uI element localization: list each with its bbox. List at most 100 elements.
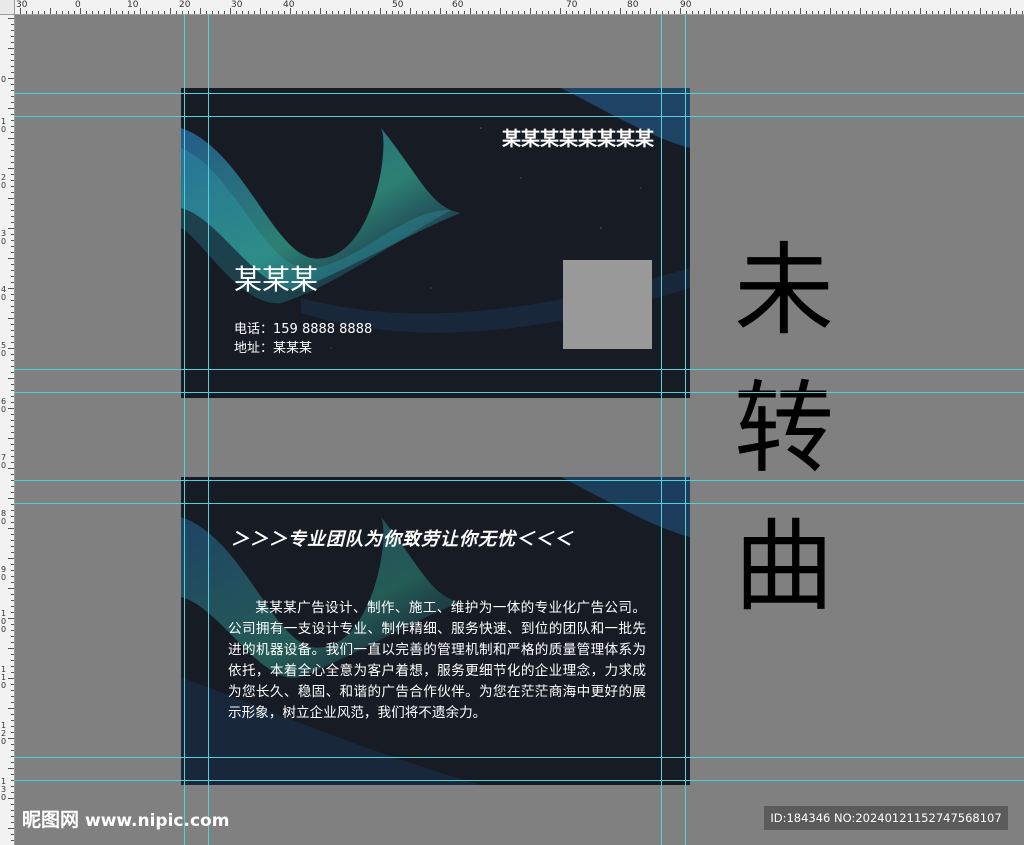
ruler-tick xyxy=(968,11,969,14)
ruler-tick xyxy=(8,78,14,79)
ruler-tick xyxy=(11,804,14,805)
ruler-left-label: 5 0 xyxy=(1,341,7,358)
business-card-front[interactable]: 某某某某某某某某 某某某 电话：159 8888 8888 地址：某某某 xyxy=(181,88,690,398)
ruler-tick xyxy=(638,11,639,14)
ruler-tick xyxy=(11,636,14,637)
ruler-left[interactable]: 0 1 0 2 0 3 0 4 0 5 0 6 0 7 0 8 0 9 0 1 … xyxy=(0,14,15,845)
guide-vertical[interactable] xyxy=(685,14,686,845)
ruler-tick xyxy=(782,11,783,14)
ruler-tick xyxy=(11,384,14,385)
not-outlined-notice: 未 转 曲 xyxy=(724,222,844,636)
ruler-tick xyxy=(11,762,14,763)
ruler-tick xyxy=(11,354,14,355)
ruler-tick xyxy=(116,11,117,14)
ruler-tick xyxy=(110,8,111,14)
ruler-tick xyxy=(308,11,309,14)
ruler-tick xyxy=(326,11,327,14)
ruler-tick xyxy=(542,11,543,14)
ruler-tick xyxy=(11,684,14,685)
ruler-tick xyxy=(11,240,14,241)
ruler-top-label: 30 xyxy=(16,0,28,10)
ruler-left-label: 8 0 xyxy=(1,509,7,526)
ruler-tick xyxy=(11,672,14,673)
ruler-tick xyxy=(122,11,123,14)
ruler-tick xyxy=(11,84,14,85)
ruler-tick xyxy=(554,11,555,14)
ruler-tick xyxy=(11,42,14,43)
ruler-tick xyxy=(11,600,14,601)
guide-horizontal[interactable] xyxy=(14,392,1024,393)
ruler-tick xyxy=(11,702,14,703)
ruler-tick xyxy=(11,792,14,793)
ruler-tick xyxy=(704,11,705,14)
address-line: 地址：某某某 xyxy=(234,341,313,356)
ruler-tick xyxy=(662,11,663,14)
ruler-top[interactable]: 30 0 10 20 30 40 50 60 70 80 90 xyxy=(0,0,1024,15)
ruler-tick xyxy=(428,11,429,14)
ruler-tick xyxy=(8,648,14,649)
ruler-tick xyxy=(608,11,609,14)
ruler-tick xyxy=(818,11,819,14)
guide-horizontal[interactable] xyxy=(14,503,1024,504)
ruler-tick xyxy=(590,8,591,14)
ruler-tick xyxy=(764,11,765,14)
ruler-tick xyxy=(446,11,447,14)
ruler-tick xyxy=(11,342,14,343)
guide-horizontal[interactable] xyxy=(14,369,1024,370)
ruler-tick xyxy=(866,11,867,14)
ruler-tick xyxy=(884,11,885,14)
ruler-tick xyxy=(11,312,14,313)
ruler-tick xyxy=(8,228,14,229)
guide-horizontal[interactable] xyxy=(14,780,1024,781)
ruler-tick xyxy=(728,11,729,14)
business-card-back[interactable]: ＞＞＞专业团队为你致劳让你无忧＜＜＜ 某某某广告设计、制作、施工、维护为一体的专… xyxy=(181,477,690,785)
notice-char: 未 xyxy=(734,232,834,349)
ruler-left-label: 1 0 0 xyxy=(1,609,7,634)
canvas-workspace[interactable]: 30 0 10 20 30 40 50 60 70 80 90 0 1 0 2 … xyxy=(0,0,1024,845)
ruler-tick xyxy=(206,11,207,14)
ruler-tick xyxy=(632,11,633,14)
ruler-tick xyxy=(200,8,201,14)
ruler-tick xyxy=(254,11,255,14)
ruler-tick xyxy=(11,486,14,487)
guide-horizontal[interactable] xyxy=(14,116,1024,117)
ruler-tick xyxy=(8,738,14,739)
ruler-tick xyxy=(524,11,525,14)
ruler-tick xyxy=(11,144,14,145)
ruler-tick xyxy=(752,11,753,14)
ruler-tick xyxy=(644,11,645,14)
ruler-tick xyxy=(602,11,603,14)
ruler-tick xyxy=(344,11,345,14)
ruler-tick xyxy=(650,8,651,14)
guide-vertical[interactable] xyxy=(184,14,185,845)
ruler-tick xyxy=(11,660,14,661)
ruler-tick xyxy=(1016,11,1017,14)
guide-vertical[interactable] xyxy=(208,14,209,845)
ruler-tick xyxy=(11,234,14,235)
guide-horizontal[interactable] xyxy=(14,93,1024,94)
ruler-tick xyxy=(812,11,813,14)
ruler-tick xyxy=(710,8,711,14)
ruler-tick xyxy=(8,828,14,829)
ruler-tick xyxy=(11,462,14,463)
ruler-tick xyxy=(11,360,14,361)
guide-vertical[interactable] xyxy=(661,14,662,845)
ruler-tick xyxy=(8,18,14,19)
ruler-origin-corner[interactable] xyxy=(0,0,15,15)
ruler-tick xyxy=(908,11,909,14)
ruler-tick xyxy=(416,11,417,14)
slogan: ＞＞＞专业团队为你致劳让你无忧＜＜＜ xyxy=(231,529,573,550)
ruler-tick xyxy=(11,96,14,97)
ruler-tick xyxy=(842,11,843,14)
ruler-tick xyxy=(11,102,14,103)
guide-horizontal[interactable] xyxy=(14,480,1024,481)
ruler-tick xyxy=(8,438,14,439)
ruler-tick xyxy=(824,11,825,14)
ruler-tick xyxy=(11,570,14,571)
ruler-tick xyxy=(11,774,14,775)
guide-horizontal[interactable] xyxy=(14,757,1024,758)
ruler-tick xyxy=(11,156,14,157)
ruler-tick xyxy=(8,768,14,769)
watermark-logo-text: 昵图网 xyxy=(22,809,80,831)
ruler-tick xyxy=(11,270,14,271)
